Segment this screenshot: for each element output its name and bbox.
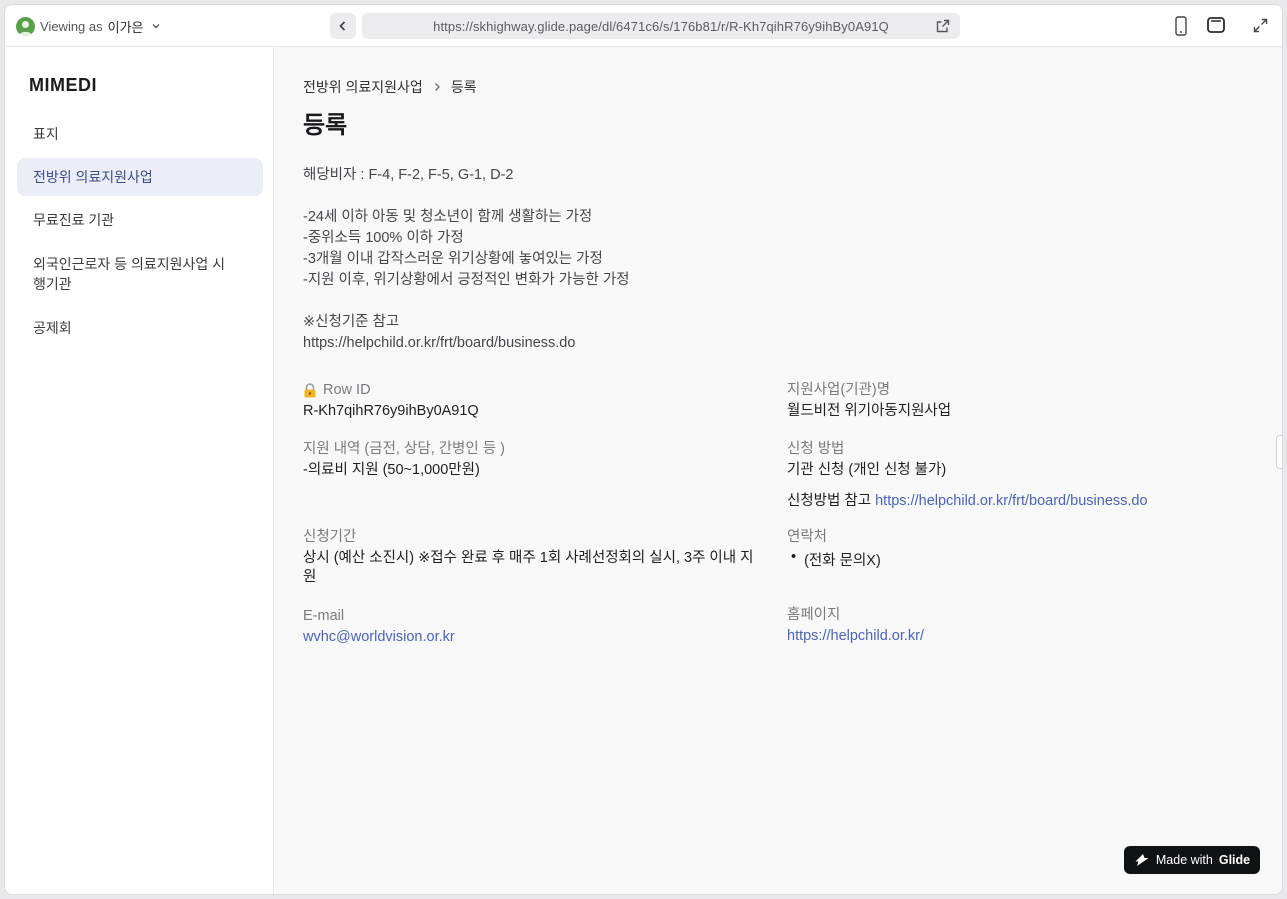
breadcrumb: 전방위 의료지원사업 등록 (303, 77, 477, 97)
chevron-down-icon (152, 24, 160, 29)
sidebar-nav: 표지 전방위 의료지원사업 무료진료 기관 외국인근로자 등 의료지원사업 시 … (17, 115, 263, 352)
contact-item: (전화 문의X) (804, 553, 881, 569)
field-label: 신청 방법 (787, 441, 845, 457)
breadcrumb-parent[interactable]: 전방위 의료지원사업 (303, 77, 423, 97)
field-contact: 연락처 • (전화 문의X) (787, 527, 1257, 570)
viewing-as-prefix: Viewing as (40, 18, 103, 34)
badge-prefix: Made with (1155, 853, 1213, 867)
apply-method-link[interactable]: https://helpchild.or.kr/frt/board/busine… (875, 493, 1147, 509)
description-text: 해당비자 : F-4, F-2, F-5, G-1, D-2 -24세 이하 아… (303, 167, 630, 351)
sidebar-item-free-clinics[interactable]: 무료진료 기관 (17, 201, 263, 239)
app-title: MIMEDI (29, 75, 97, 95)
field-value: 상시 (예산 소진시) ※접수 완료 후 매주 1회 사례선정회의 실시, 3주… (303, 550, 754, 585)
sidebar: MIMEDI 표지 전방위 의료지원사업 무료진료 기관 외국인근로자 등 의료… (5, 47, 274, 894)
field-apply-method: 신청 방법 기관 신청 (개인 신청 불가) 신청방법 참고 https://h… (787, 439, 1257, 510)
badge-brand: Glide (1218, 853, 1251, 867)
glide-logo-icon (1135, 854, 1149, 866)
field-value: R-Kh7qihR76y9ihBy0A91Q (303, 403, 479, 419)
field-value: 월드비전 위기아동지원사업 (787, 403, 952, 419)
field-label: 지원 내역 (금전, 상담, 간병인 등 ) (303, 441, 505, 457)
lock-icon (304, 382, 316, 397)
external-link-icon[interactable] (936, 19, 950, 33)
field-apply-period: 신청기간 상시 (예산 소진시) ※접수 완료 후 매주 1회 사례선정회의 실… (303, 527, 765, 587)
sidebar-item-mutual-aid[interactable]: 공제회 (17, 309, 263, 347)
field-label: 지원사업(기관)명 (787, 382, 891, 398)
page-title: 등록 (303, 112, 348, 139)
field-label: E-mail (303, 608, 345, 624)
sidebar-item-medical-support[interactable]: 전방위 의료지원사업 (17, 158, 263, 196)
field-support-detail: 지원 내역 (금전, 상담, 간병인 등 ) -의료비 지원 (50~1,000… (303, 439, 773, 480)
mobile-view-icon[interactable] (1175, 16, 1187, 36)
note-prefix: 신청방법 참고 (787, 493, 872, 509)
field-row-id: Row ID R-Kh7qihR76y9ihBy0A91Q (303, 380, 773, 421)
field-value: -의료비 지원 (50~1,000만원) (303, 462, 480, 478)
chevron-right-icon (434, 83, 440, 91)
field-value: 기관 신청 (개인 신청 불가) (787, 462, 947, 478)
bullet-dot: • (791, 549, 797, 565)
app-frame: Viewing as 이가은 https://skhighway.glide.p… (4, 4, 1283, 895)
expand-icon[interactable] (1253, 18, 1268, 33)
back-button[interactable] (330, 13, 356, 39)
chevron-left-icon (339, 21, 346, 31)
viewing-as-user: 이가은 (107, 19, 144, 35)
field-label: Row ID (323, 382, 371, 398)
sidebar-item-cover[interactable]: 표지 (17, 115, 263, 153)
tablet-view-icon[interactable] (1207, 17, 1225, 33)
url-text: https://skhighway.glide.page/dl/6471c6/s… (433, 18, 889, 34)
preview-toolbar: Viewing as 이가은 https://skhighway.glide.p… (5, 5, 1282, 47)
homepage-link[interactable]: https://helpchild.or.kr/ (787, 627, 1257, 646)
field-program-name: 지원사업(기관)명 월드비전 위기아동지원사업 (787, 380, 1257, 421)
email-link[interactable]: wvhc@worldvision.or.kr (303, 628, 773, 647)
field-label: 신청기간 (303, 529, 357, 545)
user-avatar-icon (16, 16, 35, 36)
sidebar-item-foreign-worker-support[interactable]: 외국인근로자 등 의료지원사업 시 행기관 (17, 244, 263, 304)
url-bar[interactable]: https://skhighway.glide.page/dl/6471c6/s… (362, 13, 960, 39)
field-email: E-mail wvhc@worldvision.or.kr (303, 606, 773, 647)
field-label: 연락처 (787, 529, 828, 545)
field-label: 홈페이지 (787, 607, 841, 623)
field-homepage: 홈페이지 https://helpchild.or.kr/ (787, 605, 1257, 646)
list-item: • (전화 문의X) (787, 549, 1257, 570)
resize-handle[interactable] (1276, 435, 1282, 469)
main-content: 전방위 의료지원사업 등록 등록 해당비자 : F-4, F-2, F-5, G… (275, 47, 1282, 894)
breadcrumb-current: 등록 (450, 79, 477, 95)
viewing-as-selector[interactable]: Viewing as 이가은 (16, 15, 161, 37)
apply-method-note: 신청방법 참고 https://helpchild.or.kr/frt/boar… (787, 489, 1257, 510)
made-with-glide-badge[interactable]: Made with Glide (1124, 846, 1260, 874)
